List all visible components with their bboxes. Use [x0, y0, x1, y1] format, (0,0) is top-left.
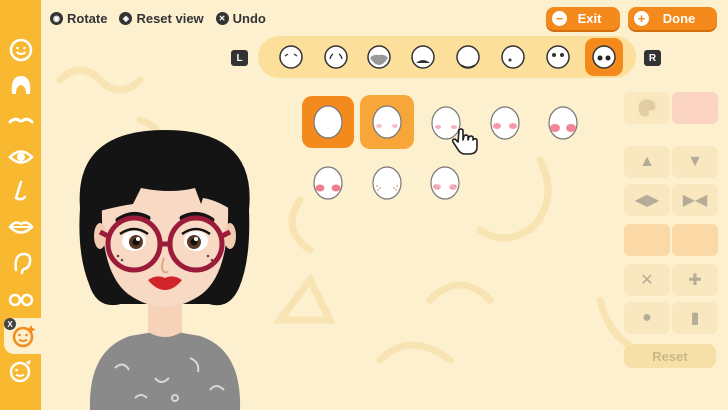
face-style-bar [258, 36, 636, 78]
face-bangs-icon [411, 45, 435, 69]
plus-icon: + [634, 11, 649, 26]
size-small-icon [624, 224, 670, 256]
face-paint-icon [9, 360, 31, 383]
mouth-icon [7, 221, 34, 234]
style-option-6[interactable] [498, 42, 528, 72]
move-down-icon: ▼ [672, 146, 718, 178]
style-option-4[interactable] [408, 42, 438, 72]
right-stick-press-icon: ◈ [119, 12, 133, 25]
hint-reset-view: ◈ Reset view [119, 11, 204, 26]
hand-cursor-icon [451, 128, 478, 155]
face-crease-cheek-icon [324, 45, 348, 69]
sidebar-item-nose[interactable] [0, 175, 41, 209]
narrow-icon: ◀▶ [624, 184, 670, 216]
hint-undo: ✕ Undo [215, 11, 266, 26]
cheek-red-low-icon [313, 166, 343, 200]
face-beard-gray-icon [367, 45, 391, 69]
hint-rotate-label: Rotate [67, 11, 108, 26]
style-option-1[interactable] [276, 42, 306, 72]
category-sidebar [0, 0, 44, 410]
cheek-pink-medium-icon [490, 106, 520, 140]
size-large-icon [672, 224, 718, 256]
minus-icon: − [552, 11, 567, 26]
face-eyes-large-icon [592, 45, 616, 69]
control-hints: ◉ Rotate ◈ Reset view ✕ Undo [50, 11, 266, 26]
enlarge-icon: ✚ [672, 264, 718, 296]
eye-icon [7, 150, 34, 164]
sidebar-item-mouth[interactable] [0, 210, 41, 244]
face-eyes-small-icon [546, 45, 570, 69]
style-option-7[interactable] [543, 42, 573, 72]
hint-reset-view-label: Reset view [136, 11, 204, 26]
x-button-icon: ✕ [215, 12, 229, 25]
cheek-option-pink-light[interactable] [360, 95, 414, 149]
done-button-label: Done [662, 11, 696, 26]
done-button[interactable]: + Done [628, 7, 717, 30]
exit-button-label: Exit [577, 11, 602, 26]
cheek-pink-large-icon [548, 106, 578, 140]
x-button-badge: X [4, 318, 16, 330]
hair-icon [11, 76, 30, 94]
avatar-preview [79, 130, 250, 410]
shrink-icon: ✕ [624, 264, 670, 296]
cheek-freckles-blush-icon [430, 166, 460, 200]
right-stick-icon: ◉ [50, 12, 63, 25]
cheek-pink-light-icon [372, 105, 402, 139]
widen-icon: ▶◀ [672, 184, 718, 216]
stretch-icon: ▮ [672, 302, 718, 334]
eyebrows-icon [8, 117, 33, 124]
sidebar-item-face-paint[interactable] [0, 354, 41, 388]
r-shoulder-button[interactable]: R [644, 50, 661, 66]
sidebar-item-hair[interactable] [0, 68, 41, 102]
style-option-5[interactable] [453, 42, 483, 72]
sidebar-item-glasses[interactable] [0, 282, 41, 316]
sidebar-item-eyebrows[interactable] [0, 104, 41, 138]
style-option-8[interactable] [585, 38, 623, 76]
sidebar-item-ears[interactable] [0, 246, 41, 280]
reset-button[interactable]: Reset [624, 344, 716, 368]
cheek-option-none[interactable] [302, 96, 354, 148]
color-palette-icon [624, 92, 670, 124]
color-swatch [672, 92, 718, 124]
cheek-option-pink-large[interactable] [546, 106, 580, 140]
cheek-freckles-icon [372, 166, 402, 200]
exit-button[interactable]: − Exit [546, 7, 620, 30]
cheek-none-icon [313, 105, 343, 139]
hint-rotate: ◉ Rotate [50, 11, 107, 26]
ear-icon [13, 252, 31, 275]
face-chin-beard-icon [456, 45, 480, 69]
cheek-option-pink-medium[interactable] [488, 106, 522, 140]
squash-icon: ● [624, 302, 670, 334]
cheek-option-freckles[interactable] [370, 166, 404, 200]
glasses-icon [8, 293, 33, 307]
l-shoulder-button[interactable]: L [231, 50, 248, 66]
sidebar-item-face[interactable] [0, 33, 41, 67]
style-option-2[interactable] [321, 42, 351, 72]
move-up-icon: ▲ [624, 146, 670, 178]
face-wrinkle-brow-icon [279, 45, 303, 69]
nose-icon [14, 180, 26, 201]
hint-undo-label: Undo [232, 11, 266, 26]
face-mole-icon [501, 45, 525, 69]
sidebar-item-eyes[interactable] [0, 140, 41, 174]
style-option-3[interactable] [364, 42, 394, 72]
face-shape-icon [9, 38, 32, 62]
cheek-option-freckles-blush[interactable] [428, 166, 462, 200]
cheek-option-red-low[interactable] [311, 166, 345, 200]
